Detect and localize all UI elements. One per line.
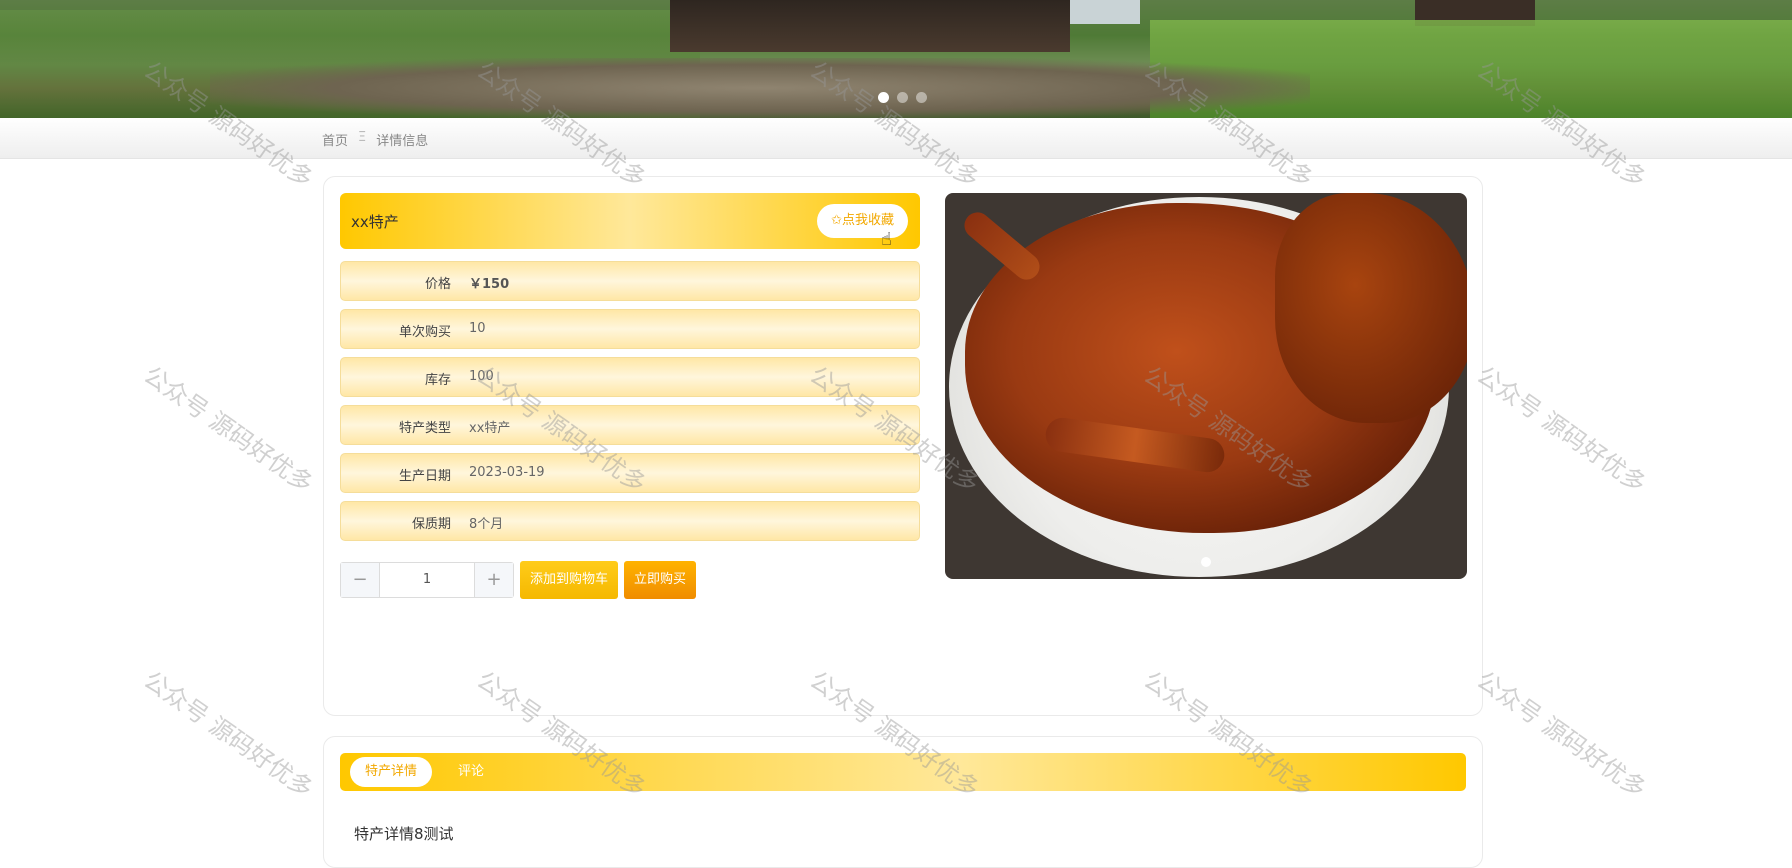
info-value: 8个月 bbox=[469, 517, 504, 532]
info-label: 单次购买 bbox=[398, 325, 451, 340]
quantity-input[interactable]: 1 bbox=[379, 563, 475, 597]
detail-card: 特产详情 评论 特产详情8测试 bbox=[323, 736, 1483, 868]
product-card: xx特产 ✩点我收藏 ☝ 价格 ￥150 单次购买 10 库存 100 特产类型… bbox=[323, 176, 1483, 716]
carousel-dot[interactable] bbox=[897, 92, 908, 103]
quantity-stepper: − 1 + bbox=[340, 562, 514, 598]
watermark: 公众号 源码好优多 bbox=[138, 665, 319, 804]
watermark: 公众号 源码好优多 bbox=[138, 360, 319, 499]
carousel-dot[interactable] bbox=[878, 92, 889, 103]
product-image bbox=[945, 193, 1467, 579]
breadcrumb-bar: 首页 Ξ 详情信息 bbox=[0, 118, 1792, 159]
product-name: xx特产 bbox=[351, 213, 399, 231]
tab-comments[interactable]: 评论 bbox=[443, 757, 499, 787]
info-label: 库存 bbox=[424, 373, 451, 388]
decrement-button[interactable]: − bbox=[341, 563, 379, 597]
info-row-type: 特产类型 xx特产 bbox=[340, 405, 920, 445]
carousel-dots bbox=[878, 92, 927, 103]
product-detail-text: 特产详情8测试 bbox=[354, 825, 454, 843]
info-value: 2023-03-19 bbox=[469, 465, 545, 480]
breadcrumb-separator-icon: Ξ bbox=[358, 130, 367, 145]
info-value: ￥150 bbox=[469, 277, 510, 292]
hand-cursor-icon: ☝ bbox=[881, 229, 892, 250]
purchase-controls: − 1 + 添加到购物车 立即购买 bbox=[340, 561, 697, 599]
carousel-dot[interactable] bbox=[916, 92, 927, 103]
increment-button[interactable]: + bbox=[475, 563, 513, 597]
info-label: 特产类型 bbox=[398, 421, 451, 436]
info-row-price: 价格 ￥150 bbox=[340, 261, 920, 301]
breadcrumb-home[interactable]: 首页 bbox=[322, 130, 348, 149]
info-row-stock: 库存 100 bbox=[340, 357, 920, 397]
image-carousel-dot[interactable] bbox=[1201, 557, 1211, 567]
breadcrumb: 首页 Ξ 详情信息 bbox=[322, 130, 428, 149]
info-row-shelf-life: 保质期 8个月 bbox=[340, 501, 920, 541]
banner-pond bbox=[210, 58, 1310, 118]
info-value: xx特产 bbox=[469, 421, 511, 436]
info-value: 10 bbox=[469, 321, 486, 336]
product-info-list: 价格 ￥150 单次购买 10 库存 100 特产类型 xx特产 生产日期 20… bbox=[340, 261, 920, 549]
favorite-button[interactable]: ✩点我收藏 bbox=[817, 204, 908, 238]
watermark: 公众号 源码好优多 bbox=[1471, 665, 1652, 804]
info-row-single-purchase: 单次购买 10 bbox=[340, 309, 920, 349]
info-label: 生产日期 bbox=[398, 469, 451, 484]
info-value: 100 bbox=[469, 369, 494, 384]
roast-duck-head bbox=[1275, 193, 1467, 423]
breadcrumb-current: 详情信息 bbox=[376, 134, 429, 149]
detail-tabs: 特产详情 评论 bbox=[340, 753, 1466, 791]
watermark: 公众号 源码好优多 bbox=[1471, 360, 1652, 499]
add-to-cart-button[interactable]: 添加到购物车 bbox=[520, 561, 619, 599]
info-label: 保质期 bbox=[411, 517, 451, 532]
hero-banner bbox=[0, 0, 1792, 118]
product-title-bar: xx特产 ✩点我收藏 ☝ bbox=[340, 193, 920, 250]
info-row-production-date: 生产日期 2023-03-19 bbox=[340, 453, 920, 493]
banner-house bbox=[670, 0, 1070, 52]
info-label: 价格 bbox=[424, 277, 451, 292]
buy-now-button[interactable]: 立即购买 bbox=[624, 561, 697, 599]
tab-product-detail[interactable]: 特产详情 bbox=[350, 757, 433, 787]
